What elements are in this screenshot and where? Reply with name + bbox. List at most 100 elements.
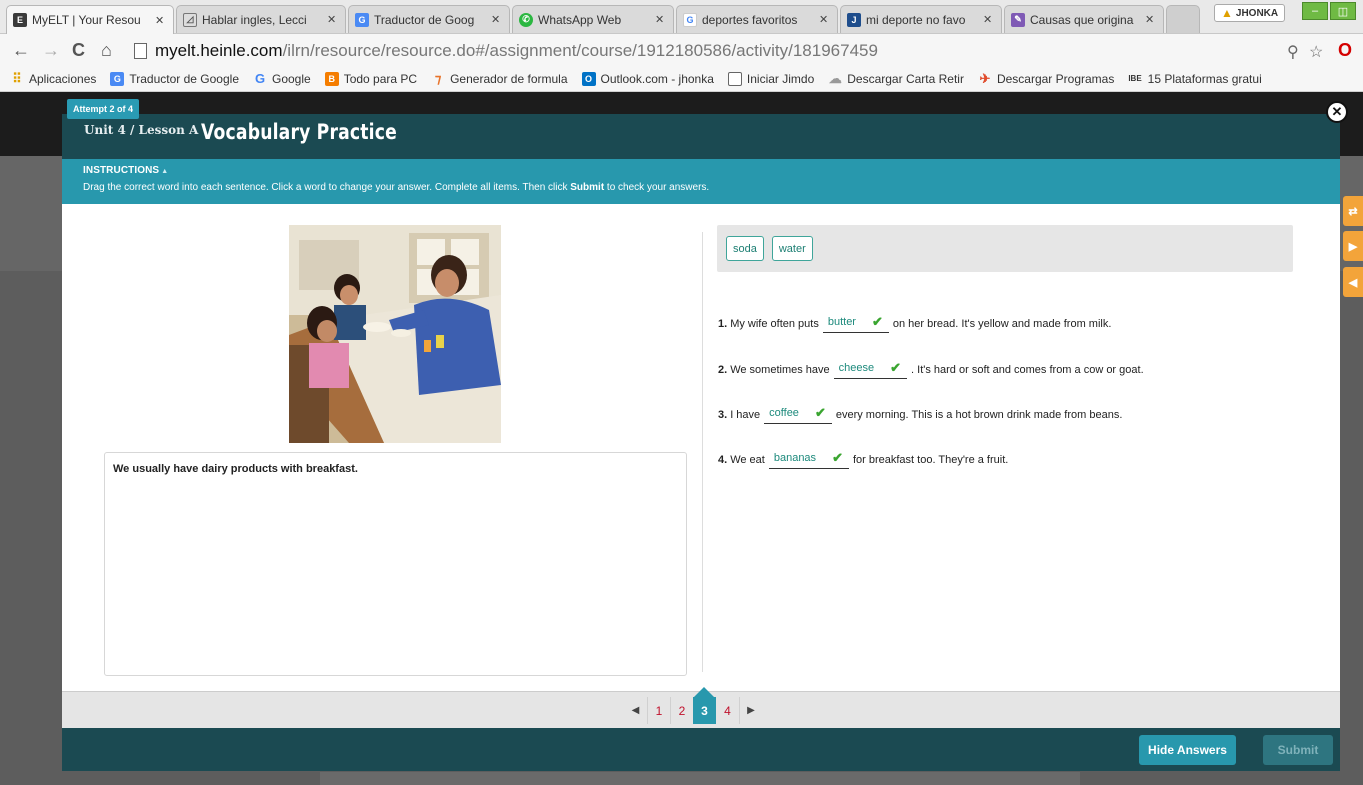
word-chip-soda[interactable]: soda	[726, 236, 764, 261]
bird-icon: ✈	[979, 70, 991, 86]
instructions-title: INSTRUCTIONS	[83, 165, 160, 176]
maximize-button[interactable]: ◫	[1330, 2, 1356, 20]
reload-icon[interactable]: C	[72, 41, 85, 59]
close-icon[interactable]: ✕	[983, 13, 995, 26]
bookmark-label: Aplicaciones	[29, 71, 97, 86]
caret-up-icon: ▲	[161, 168, 169, 175]
url-domain: myelt.heinle.com	[155, 40, 283, 60]
browser-tab-deportes[interactable]: G deportes favoritos ✕	[676, 5, 838, 33]
close-icon[interactable]: ✕	[491, 13, 503, 26]
page-link-1[interactable]: 1	[647, 697, 670, 724]
page-icon	[134, 42, 147, 59]
caption-text: We usually have dairy products with brea…	[113, 463, 358, 475]
bookmark-star-icon[interactable]: ☆	[1309, 42, 1323, 62]
modal-footer: Hide Answers Submit	[62, 728, 1340, 771]
page-icon	[727, 71, 742, 86]
answer-blank[interactable]: bananas ✔	[768, 450, 849, 469]
url-path: /ilrn/resource/resource.do#/assignment/c…	[282, 40, 878, 60]
back-arrow-icon[interactable]: ←	[12, 41, 30, 59]
bookmark-aplicaciones[interactable]: ⠿ Aplicaciones	[10, 71, 97, 86]
next-page-icon[interactable]: ▶	[739, 697, 762, 724]
new-tab-button[interactable]	[1166, 5, 1200, 33]
address-bar[interactable]: myelt.heinle.com /ilrn/resource/resource…	[134, 38, 1334, 63]
sentence-text-after: on her bread. It's yellow and made from …	[892, 317, 1112, 330]
zoom-icon[interactable]: ⚲	[1287, 42, 1299, 62]
tab-title: WhatsApp Web	[538, 12, 622, 27]
sentence-item: 1. My wife often puts butter ✔ on her br…	[718, 314, 1111, 333]
close-icon[interactable]: ✕	[1326, 101, 1348, 123]
page-footer-strip	[320, 772, 1080, 785]
attempt-badge: Attempt 2 of 4	[67, 99, 140, 119]
prev-page-icon[interactable]: ◀	[624, 697, 647, 724]
bookmark-todo-para-pc[interactable]: B Todo para PC	[324, 71, 417, 86]
bookmark-label: 15 Plataformas gratui	[1147, 71, 1262, 86]
close-icon[interactable]: ✕	[327, 13, 339, 26]
browser-tab-myelt[interactable]: E MyELT | Your Resou ✕	[6, 5, 174, 34]
close-icon[interactable]: ✕	[155, 14, 167, 27]
lesson-icon: ◿	[183, 12, 197, 27]
tab-title: Hablar ingles, Lecci	[202, 12, 307, 27]
browser-tab-traductor[interactable]: G Traductor de Goog ✕	[348, 5, 510, 33]
forward-arrow-icon[interactable]: →	[42, 41, 60, 59]
browser-tab-causas[interactable]: ✎ Causas que origina ✕	[1004, 5, 1164, 33]
side-tab-play[interactable]: ▶	[1343, 231, 1363, 261]
sentence-number: 3.	[718, 408, 728, 421]
bookmark-label: Generador de formula	[450, 71, 568, 86]
opera-icon[interactable]: O	[1338, 40, 1352, 61]
home-icon[interactable]: ⌂	[101, 41, 112, 59]
bookmark-jimdo[interactable]: Iniciar Jimdo	[727, 71, 814, 86]
bookmark-google[interactable]: G Google	[253, 71, 311, 86]
bookmark-label: Traductor de Google	[129, 71, 239, 86]
instructions-text: Drag the correct word into each sentence…	[83, 182, 1340, 193]
close-icon[interactable]: ✕	[819, 13, 831, 26]
browser-tab-mi-deporte[interactable]: J mi deporte no favo ✕	[840, 5, 1002, 33]
bookmark-programas[interactable]: ✈ Descargar Programas	[978, 70, 1115, 86]
page-link-2[interactable]: 2	[670, 697, 693, 724]
submit-button[interactable]: Submit	[1263, 735, 1333, 765]
answer-blank[interactable]: butter ✔	[822, 314, 889, 333]
sentence-item: 3. I have coffee ✔ every morning. This i…	[718, 405, 1122, 424]
unit-lesson-label: Unit 4 / Lesson A	[84, 123, 199, 137]
hide-answers-button[interactable]: Hide Answers	[1139, 735, 1236, 765]
close-icon[interactable]: ✕	[1145, 13, 1157, 26]
bookmark-generador[interactable]: ⁊ Generador de formula	[431, 70, 568, 86]
browser-tab-hablar-ingles[interactable]: ◿ Hablar ingles, Lecci ✕	[176, 5, 346, 33]
google-icon: G	[254, 71, 266, 86]
minimize-button[interactable]: –	[1302, 2, 1328, 20]
instructions-submit-word: Submit	[570, 182, 605, 193]
activity-title: Vocabulary Practice	[201, 120, 397, 144]
sentence-text-before: My wife often puts	[730, 317, 819, 330]
ibe-icon: IBE	[1128, 74, 1142, 83]
bookmark-carta[interactable]: ☁ Descargar Carta Retir	[828, 71, 964, 86]
page-link-4[interactable]: 4	[716, 697, 739, 724]
bookmark-traductor[interactable]: G Traductor de Google	[110, 71, 239, 86]
check-icon: ✔	[814, 405, 826, 420]
answer-word: butter	[827, 316, 856, 328]
warning-icon: ▲	[1221, 6, 1233, 20]
answer-blank[interactable]: cheese ✔	[833, 360, 908, 379]
page-link-3-current[interactable]: 3	[693, 687, 716, 724]
instructions-toggle[interactable]: INSTRUCTIONS ▲	[83, 165, 1340, 176]
bookmark-plataformas[interactable]: IBE 15 Plataformas gratui	[1128, 72, 1261, 86]
word-chip-water[interactable]: water	[771, 236, 813, 261]
caption-box: We usually have dairy products with brea…	[104, 452, 687, 676]
bookmarks-bar: ⠿ Aplicaciones G Traductor de Google G G…	[0, 66, 1363, 92]
sentence-text-after: . It's hard or soft and comes from a cow…	[911, 363, 1144, 376]
google-translate-icon: G	[355, 12, 369, 27]
browser-tab-whatsapp[interactable]: ✆ WhatsApp Web ✕	[512, 5, 674, 33]
breakfast-family-image	[289, 225, 501, 443]
word-bank: soda water	[717, 225, 1293, 272]
bookmark-label: Descargar Carta Retir	[847, 71, 964, 86]
tab-title: MyELT | Your Resou	[32, 13, 141, 27]
tab-title: Traductor de Goog	[374, 12, 475, 27]
sentence-item: 2. We sometimes have cheese ✔ . It's har…	[718, 360, 1144, 379]
sentence-item: 4. We eat bananas ✔ for breakfast too. T…	[718, 450, 1008, 469]
answer-blank[interactable]: coffee ✔	[764, 405, 832, 424]
profile-badge[interactable]: ▲ JHONKA	[1214, 4, 1286, 22]
bookmark-outlook[interactable]: O Outlook.com - jhonka	[581, 71, 714, 86]
side-tab-refresh[interactable]: ⇄	[1343, 196, 1363, 226]
close-icon[interactable]: ✕	[655, 13, 667, 26]
side-tab-back[interactable]: ◀	[1343, 267, 1363, 297]
formula-icon: ⁊	[434, 70, 442, 86]
myelt-icon: E	[13, 13, 27, 27]
